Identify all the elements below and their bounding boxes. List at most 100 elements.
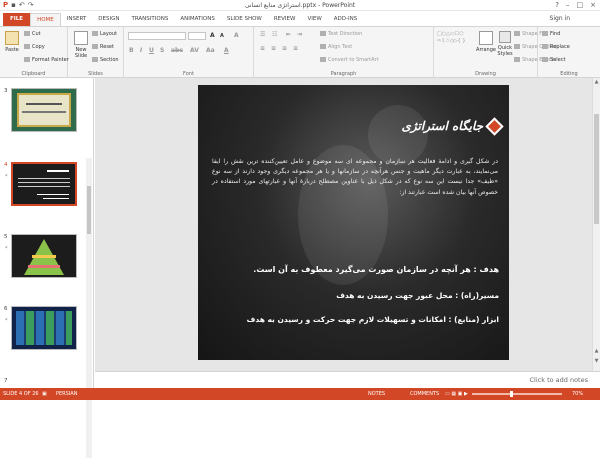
font-size-combo[interactable] xyxy=(188,32,206,40)
language-indicator[interactable]: PERSIAN xyxy=(56,388,77,400)
comments-button[interactable]: COMMENTS xyxy=(410,388,439,400)
slide-thumbnail-selected[interactable] xyxy=(11,162,77,206)
maximize-icon[interactable]: □ xyxy=(577,1,584,9)
drawing-label: Drawing xyxy=(475,71,496,77)
bold-icon[interactable]: B xyxy=(129,47,134,54)
tab-home[interactable]: HOME xyxy=(30,13,61,26)
decrease-font-icon[interactable]: A xyxy=(220,33,224,39)
slide-thumbnail[interactable] xyxy=(11,306,77,350)
next-slide-icon[interactable]: ▼ xyxy=(593,358,600,364)
help-icon[interactable]: ? xyxy=(555,1,559,9)
zoom-level[interactable]: 70% xyxy=(572,388,583,400)
bullets-icon[interactable]: ☰ xyxy=(260,31,265,38)
align-right-icon[interactable]: ≡ xyxy=(282,45,287,52)
clear-format-icon[interactable]: A xyxy=(234,32,239,39)
convert-smartart-button[interactable]: Convert to SmartArt xyxy=(320,57,379,63)
replace-button[interactable]: Replace xyxy=(542,44,570,50)
thumbnail-text-line xyxy=(22,111,66,113)
slide-thumbnail[interactable] xyxy=(11,234,77,278)
tab-view[interactable]: VIEW xyxy=(301,13,327,26)
thumbnail-text-line xyxy=(18,186,70,187)
shapes-gallery[interactable]: □○△▭☐⬡ ⇨⇩☆◇▷{ } xyxy=(437,31,475,45)
slide-title[interactable]: جایگاه استراتژی xyxy=(402,119,483,133)
justify-icon[interactable]: ≡ xyxy=(293,45,298,52)
strikethrough-icon[interactable]: abc xyxy=(171,47,183,54)
select-button[interactable]: Select xyxy=(542,57,565,63)
quick-styles-icon xyxy=(499,31,511,43)
current-slide[interactable]: جایگاه استراتژی در شکل گیری و ادامهٔ فعا… xyxy=(198,85,509,360)
indent-icon[interactable]: ⇤ xyxy=(286,31,291,38)
slide-number: 4 xyxy=(4,162,8,168)
view-buttons[interactable]: ▭ ▦ ▣ ▶ xyxy=(445,388,468,400)
zoom-slider[interactable] xyxy=(472,393,562,395)
font-color-icon[interactable]: A xyxy=(224,47,229,54)
notes-placeholder[interactable]: Click to add notes xyxy=(530,376,588,384)
scrollbar-thumb[interactable] xyxy=(87,186,91,234)
status-bar: SLIDE 4 OF 26 ▣ PERSIAN NOTES COMMENTS ▭… xyxy=(0,388,600,400)
previous-slide-icon[interactable]: ▲ xyxy=(593,348,600,354)
section-label: Section xyxy=(100,57,119,63)
notes-pane[interactable]: Click to add notes xyxy=(95,371,600,388)
font-name-combo[interactable] xyxy=(128,32,186,40)
find-icon xyxy=(542,31,548,36)
format-painter-label: Format Painter xyxy=(32,57,69,63)
text-direction-button[interactable]: Text Direction xyxy=(320,31,362,37)
transition-star: * xyxy=(5,246,8,252)
slide-body-text[interactable]: در شکل گیری و ادامهٔ فعالیت هر سازمان و … xyxy=(212,157,498,198)
spacing-icon[interactable]: AV xyxy=(190,47,199,54)
arrange-button[interactable]: Arrange xyxy=(476,31,496,53)
definition-goal[interactable]: هدف : هر آنچه در سازمان صورت می‌گیرد معط… xyxy=(253,265,499,274)
numbering-icon[interactable]: ☷ xyxy=(272,31,277,38)
thumbnail-text-line xyxy=(43,198,69,199)
minimize-icon[interactable]: – xyxy=(566,1,570,9)
align-text-icon xyxy=(320,44,326,49)
zoom-slider-knob[interactable] xyxy=(510,391,513,397)
tab-review[interactable]: REVIEW xyxy=(268,13,302,26)
cut-label: Cut xyxy=(32,31,41,37)
new-slide-button[interactable]: New Slide xyxy=(71,31,91,59)
align-center-icon[interactable]: ≡ xyxy=(271,45,276,52)
tab-file[interactable]: FILE xyxy=(3,13,31,26)
quick-styles-button[interactable]: Quick Styles xyxy=(497,31,513,57)
scrollbar-thumb[interactable] xyxy=(594,114,599,224)
vertical-scrollbar[interactable]: ▲ ▲ ▼ xyxy=(592,78,600,371)
layout-button[interactable]: Layout xyxy=(92,31,117,37)
definition-tools[interactable]: ابزار (منابع) : امکانات و تسهیلات لازم ج… xyxy=(247,315,499,324)
tab-insert[interactable]: INSERT xyxy=(61,13,92,26)
tab-add-ins[interactable]: ADD-INS xyxy=(328,13,363,26)
quick-styles-label: Quick Styles xyxy=(497,45,513,57)
find-button[interactable]: Find xyxy=(542,31,560,37)
increase-font-icon[interactable]: A xyxy=(210,32,215,39)
close-icon[interactable]: × xyxy=(590,1,596,9)
italic-icon[interactable]: I xyxy=(140,47,142,54)
layout-label: Layout xyxy=(100,31,117,37)
copy-button[interactable]: Copy xyxy=(24,44,45,50)
shadow-icon[interactable]: S xyxy=(160,47,164,54)
window-controls: ? – □ × xyxy=(555,1,596,9)
tab-animations[interactable]: ANIMATIONS xyxy=(174,13,221,26)
scroll-up-icon[interactable]: ▲ xyxy=(593,79,600,85)
section-button[interactable]: Section xyxy=(92,57,119,63)
cut-button[interactable]: Cut xyxy=(24,31,41,37)
tab-transitions[interactable]: TRANSITIONS xyxy=(125,13,174,26)
pyramid-band xyxy=(28,265,60,268)
underline-icon[interactable]: U xyxy=(149,47,154,54)
notes-button[interactable]: NOTES xyxy=(368,388,385,400)
sign-in-link[interactable]: Sign in xyxy=(550,15,570,22)
thumbnail-scrollbar[interactable] xyxy=(86,158,92,458)
align-left-icon[interactable]: ≡ xyxy=(260,45,265,52)
format-painter-button[interactable]: Format Painter xyxy=(24,57,69,63)
definition-path[interactable]: مسیر(راه) : محل عبور جهت رسیدن به هدف xyxy=(336,291,499,300)
paste-button[interactable]: Paste xyxy=(2,31,22,53)
reset-button[interactable]: Reset xyxy=(92,44,114,50)
align-text-button[interactable]: Align Text xyxy=(320,44,352,50)
outdent-icon[interactable]: ⇥ xyxy=(297,31,302,38)
spellcheck-icon[interactable]: ▣ xyxy=(42,388,47,400)
font-label: Font xyxy=(183,71,194,77)
layout-icon xyxy=(92,31,98,36)
tab-slide-show[interactable]: SLIDE SHOW xyxy=(221,13,268,26)
slide-thumbnail[interactable] xyxy=(11,88,77,132)
font-group: A A A B I U S abc AV Aa A Font xyxy=(124,27,254,78)
change-case-icon[interactable]: Aa xyxy=(206,47,215,54)
tab-design[interactable]: DESIGN xyxy=(92,13,125,26)
